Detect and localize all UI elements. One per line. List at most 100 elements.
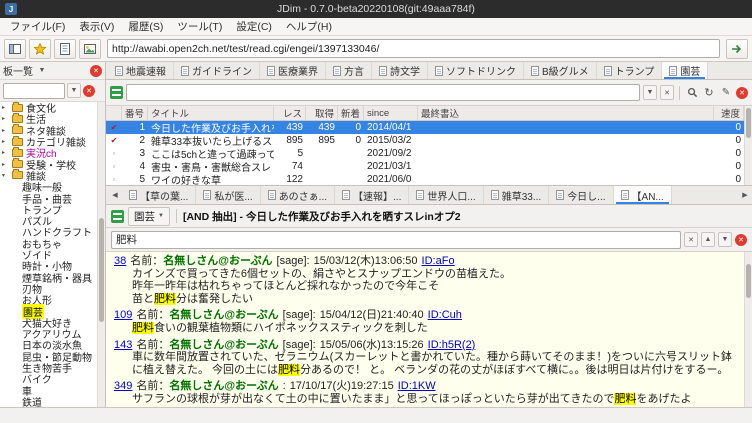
- search-button[interactable]: [685, 85, 699, 100]
- tree-item[interactable]: お人形: [0, 294, 97, 305]
- favorites-view-button[interactable]: [29, 39, 51, 59]
- tree-scrollbar-thumb[interactable]: [99, 218, 104, 322]
- column-num[interactable]: 番号: [122, 106, 148, 120]
- post-id-link[interactable]: ID:h5R: [428, 339, 462, 351]
- expander-icon[interactable]: [2, 149, 9, 156]
- threadlist-filter-input[interactable]: [126, 84, 640, 101]
- board-panel-close-button[interactable]: ✕: [90, 65, 102, 77]
- filter-dropdown-button[interactable]: ▼: [643, 85, 657, 100]
- threadlist-close-button[interactable]: ✕: [736, 87, 748, 99]
- expander-icon[interactable]: [2, 172, 9, 179]
- board-tab[interactable]: 医療業界: [260, 62, 326, 79]
- expander-icon[interactable]: [2, 104, 9, 111]
- open-url-button[interactable]: [726, 39, 748, 59]
- tree-item[interactable]: 鉄道: [0, 396, 97, 407]
- table-row[interactable]: ✔ 1 今日した作業及びお手入れを晒す 439 439 0 2014/04/1 …: [106, 121, 744, 134]
- board-tab[interactable]: 園芸: [662, 62, 708, 79]
- thread-list-view-button[interactable]: [54, 39, 76, 59]
- threadlist-scrollbar[interactable]: [744, 106, 752, 185]
- column-since[interactable]: since: [364, 106, 418, 120]
- post-name[interactable]: 名無しさん@おーぷん: [163, 255, 272, 267]
- post-id-count[interactable]: (2): [462, 339, 475, 351]
- post-number-link[interactable]: 38: [114, 255, 126, 267]
- board-tab[interactable]: ソフトドリンク: [428, 62, 524, 79]
- table-row[interactable]: ▫ 3 ここは5chと違って過疎ってるんか 5 2021/09/2 0: [106, 147, 744, 160]
- thread-tab[interactable]: 雑草33...: [484, 186, 549, 204]
- column-title[interactable]: タイトル: [148, 106, 274, 120]
- column-last[interactable]: 最終書込: [418, 106, 714, 120]
- board-search-dropdown[interactable]: ▼: [67, 83, 81, 98]
- thread-tab[interactable]: 【草の葉...: [122, 186, 196, 204]
- expander-icon[interactable]: [2, 127, 9, 134]
- window-title: JDim - 0.7.0-beta20220108(git:49aaa784f): [0, 3, 752, 15]
- column-res[interactable]: レス: [274, 106, 306, 120]
- post-name[interactable]: 名無しさん@おーぷん: [169, 380, 278, 392]
- board-tab[interactable]: トランプ: [597, 62, 663, 79]
- menu-item[interactable]: ヘルプ(H): [279, 18, 339, 35]
- board-select-button[interactable]: 園芸 ▼: [128, 207, 170, 226]
- image-view-button[interactable]: [79, 39, 101, 59]
- thread-tab[interactable]: 今日し...: [549, 186, 613, 204]
- search-next-button[interactable]: ▼: [718, 232, 732, 247]
- url-input[interactable]: [107, 39, 720, 58]
- tree-scrollbar[interactable]: [97, 102, 105, 407]
- board-search-close-button[interactable]: ✕: [83, 85, 95, 97]
- thread-scrollbar[interactable]: [744, 252, 752, 407]
- filter-clear-button[interactable]: ✕: [660, 85, 674, 100]
- column-new[interactable]: 新着: [338, 106, 364, 120]
- column-speed[interactable]: 速度: [714, 106, 744, 120]
- tree-item[interactable]: 煙草銘柄・器具: [0, 271, 97, 282]
- tree-item[interactable]: バイク: [0, 373, 97, 384]
- tab-scroll-right-button[interactable]: ▶: [738, 186, 752, 204]
- tree-item[interactable]: 受験・学校: [0, 158, 97, 169]
- search-prev-button[interactable]: ▲: [701, 232, 715, 247]
- thread-tab[interactable]: 【速報】...: [335, 186, 409, 204]
- board-tab[interactable]: 地震速報: [108, 62, 174, 79]
- page-icon: [491, 190, 499, 200]
- search-clear-button[interactable]: ✕: [684, 232, 698, 247]
- post-name[interactable]: 名無しさん@おーぷん: [169, 309, 278, 321]
- search-close-button[interactable]: ✕: [735, 234, 747, 246]
- column-mark[interactable]: [106, 106, 122, 120]
- tree-item[interactable]: 食文化: [0, 102, 97, 113]
- thread-search-input[interactable]: [111, 231, 681, 249]
- board-tab[interactable]: B級グルメ: [524, 62, 597, 79]
- table-row[interactable]: ✔ 2 雑草33本抜いたら上げるスレ 895 895 0 2015/03/2 0: [106, 134, 744, 147]
- post-number-link[interactable]: 349: [114, 380, 132, 392]
- board-tab[interactable]: 詩文学: [372, 62, 428, 79]
- table-row[interactable]: ▫ 4 害虫・害鳥・害獣総合スレ 74 2021/03/1 0: [106, 160, 744, 173]
- search-icon: [687, 87, 698, 98]
- board-search-input[interactable]: [3, 83, 65, 99]
- expander-icon[interactable]: [2, 138, 9, 145]
- thread-scrollbar-thumb[interactable]: [746, 264, 751, 298]
- thread-tab[interactable]: 【AN...: [614, 186, 672, 204]
- thread-tab[interactable]: あのさぁ...: [261, 186, 335, 204]
- thread-tab[interactable]: 世界人口...: [409, 186, 483, 204]
- write-button[interactable]: ✎: [719, 85, 733, 100]
- post-id-link[interactable]: ID:Cuh: [428, 309, 462, 321]
- menu-item[interactable]: 設定(C): [229, 18, 279, 35]
- post-number-link[interactable]: 143: [114, 339, 132, 351]
- table-row[interactable]: ▫ 5 ワイの好きな草 122 2021/06/0 0: [106, 173, 744, 185]
- expander-icon[interactable]: [2, 161, 9, 168]
- menu-item[interactable]: ファイル(F): [3, 18, 72, 35]
- menu-item[interactable]: ツール(T): [170, 18, 229, 35]
- post-id-link[interactable]: ID:1KW: [398, 380, 436, 392]
- board-list-view-button[interactable]: [4, 39, 26, 59]
- menu-item[interactable]: 履歴(S): [121, 18, 170, 35]
- row-num: 1: [122, 121, 148, 134]
- close-icon: ✕: [738, 236, 744, 244]
- expander-icon[interactable]: [2, 115, 9, 122]
- post-number-link[interactable]: 109: [114, 309, 132, 321]
- column-got[interactable]: 取得: [306, 106, 338, 120]
- threadlist-scrollbar-thumb[interactable]: [746, 108, 751, 138]
- board-tab[interactable]: ガイドライン: [174, 62, 260, 79]
- thread-tab[interactable]: 私が医...: [196, 186, 260, 204]
- menu-item[interactable]: 表示(V): [72, 18, 121, 35]
- panel-switch-dropdown[interactable]: ▼: [35, 63, 49, 78]
- post-name[interactable]: 名無しさん@おーぷん: [169, 339, 278, 351]
- post-id-link[interactable]: ID:aFo: [422, 255, 455, 267]
- tab-scroll-left-button[interactable]: ◀: [108, 186, 122, 204]
- reload-button[interactable]: ↻: [702, 85, 716, 100]
- board-tab[interactable]: 方言: [326, 62, 372, 79]
